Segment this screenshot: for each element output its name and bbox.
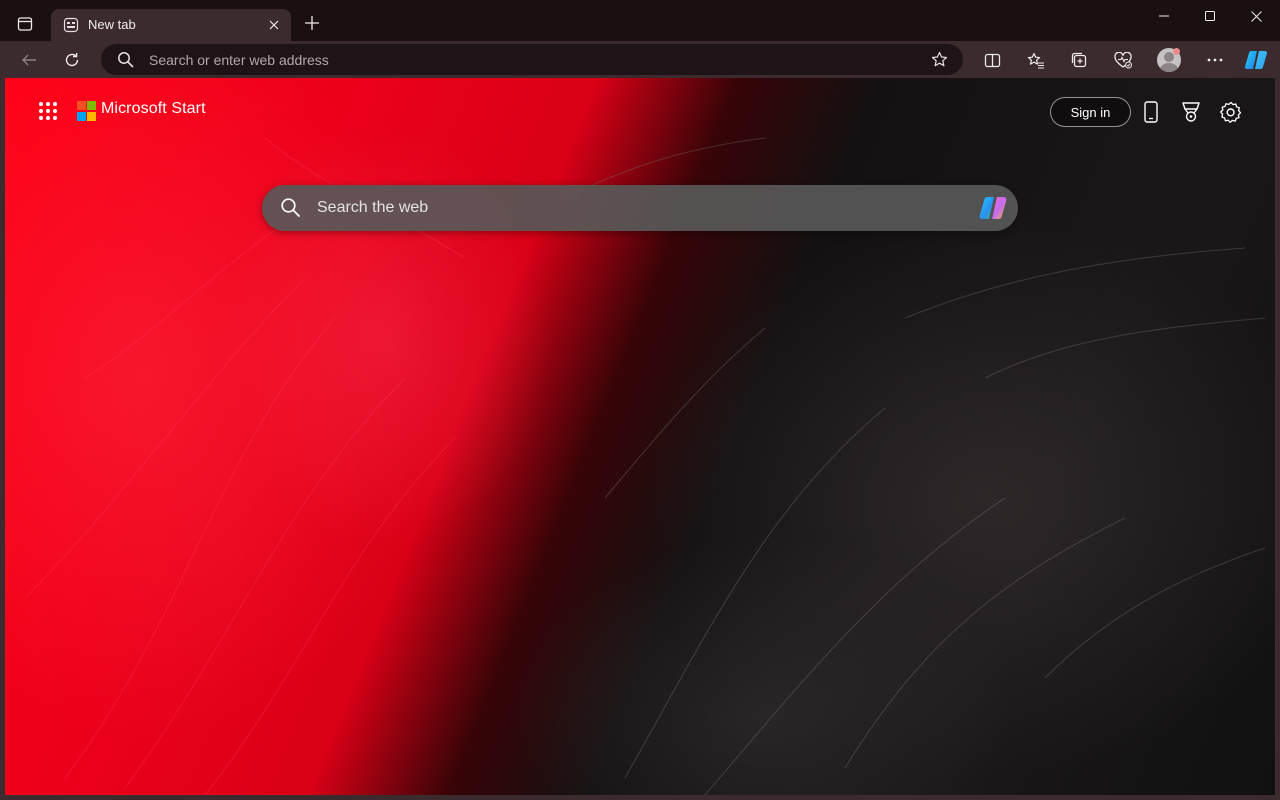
microsoft-logo[interactable] bbox=[77, 101, 97, 121]
apps-grid-icon bbox=[39, 116, 43, 120]
more-icon bbox=[1207, 58, 1223, 62]
phone-icon bbox=[1144, 101, 1158, 123]
split-screen-button[interactable] bbox=[976, 44, 1008, 76]
apps-grid-icon bbox=[53, 102, 57, 106]
address-bar[interactable] bbox=[101, 44, 963, 75]
favorites-icon bbox=[1027, 52, 1044, 69]
star-icon bbox=[931, 51, 947, 67]
apps-grid-icon bbox=[53, 109, 57, 113]
maximize-button[interactable] bbox=[1187, 0, 1233, 32]
window-frame-right bbox=[1275, 78, 1280, 795]
apps-grid-icon bbox=[46, 109, 50, 113]
profile-button[interactable] bbox=[1153, 44, 1185, 76]
new-tab-page: Microsoft Start Sign in bbox=[5, 78, 1275, 795]
settings-gear-icon bbox=[1220, 101, 1242, 123]
brand-title[interactable]: Microsoft Start bbox=[101, 100, 206, 118]
search-icon bbox=[118, 52, 134, 68]
rewards-button[interactable] bbox=[1176, 97, 1206, 127]
search-icon bbox=[281, 198, 301, 218]
collections-button[interactable] bbox=[1063, 44, 1095, 76]
settings-and-more-button[interactable] bbox=[1199, 44, 1231, 76]
new-tab-button[interactable] bbox=[298, 9, 326, 37]
apps-grid-button[interactable] bbox=[36, 99, 60, 123]
window-frame-bottom bbox=[0, 795, 1280, 800]
address-input[interactable] bbox=[149, 44, 909, 75]
new-tab-page-icon bbox=[63, 17, 79, 33]
back-arrow-icon bbox=[22, 54, 36, 66]
copilot-button[interactable] bbox=[1240, 44, 1272, 76]
split-screen-icon bbox=[984, 53, 1000, 67]
browser-essentials-icon bbox=[1114, 51, 1132, 68]
back-button[interactable] bbox=[13, 44, 45, 76]
apps-grid-icon bbox=[39, 109, 43, 113]
title-bar: New tab bbox=[0, 0, 1280, 41]
copilot-icon bbox=[979, 197, 1007, 219]
window-close-button[interactable] bbox=[1233, 0, 1279, 32]
apps-grid-icon bbox=[39, 102, 43, 106]
sidebar-toggle-icon bbox=[17, 17, 33, 31]
maximize-icon bbox=[1205, 11, 1215, 21]
minimize-icon bbox=[1159, 15, 1169, 17]
apps-grid-icon bbox=[53, 116, 57, 120]
web-search-box[interactable] bbox=[262, 185, 1018, 231]
page-settings-button[interactable] bbox=[1216, 97, 1246, 127]
copilot-icon bbox=[1244, 50, 1268, 70]
apps-grid-icon bbox=[46, 116, 50, 120]
refresh-button[interactable] bbox=[56, 44, 88, 76]
profile-notification-dot bbox=[1173, 48, 1180, 55]
copilot-search-button[interactable] bbox=[977, 193, 1009, 223]
tab-new-tab[interactable]: New tab bbox=[51, 9, 291, 41]
apps-grid-icon bbox=[46, 102, 50, 106]
browser-toolbar bbox=[0, 41, 1280, 78]
tab-close-button[interactable] bbox=[263, 14, 285, 36]
refresh-icon bbox=[65, 53, 79, 67]
mobile-app-button[interactable] bbox=[1136, 97, 1166, 127]
web-search-input[interactable] bbox=[317, 185, 957, 231]
browser-essentials-button[interactable] bbox=[1107, 44, 1139, 76]
window-close-icon bbox=[1250, 10, 1262, 22]
favorites-button[interactable] bbox=[1020, 44, 1052, 76]
collections-icon bbox=[1071, 52, 1087, 68]
plus-icon bbox=[305, 16, 319, 30]
close-icon bbox=[269, 20, 279, 30]
sidebar-toggle-button[interactable] bbox=[9, 8, 41, 40]
rewards-trophy-icon bbox=[1182, 102, 1200, 122]
add-favorite-button[interactable] bbox=[925, 44, 953, 75]
tab-title: New tab bbox=[88, 17, 136, 32]
sign-in-button[interactable]: Sign in bbox=[1050, 97, 1131, 127]
minimize-button[interactable] bbox=[1141, 0, 1187, 32]
